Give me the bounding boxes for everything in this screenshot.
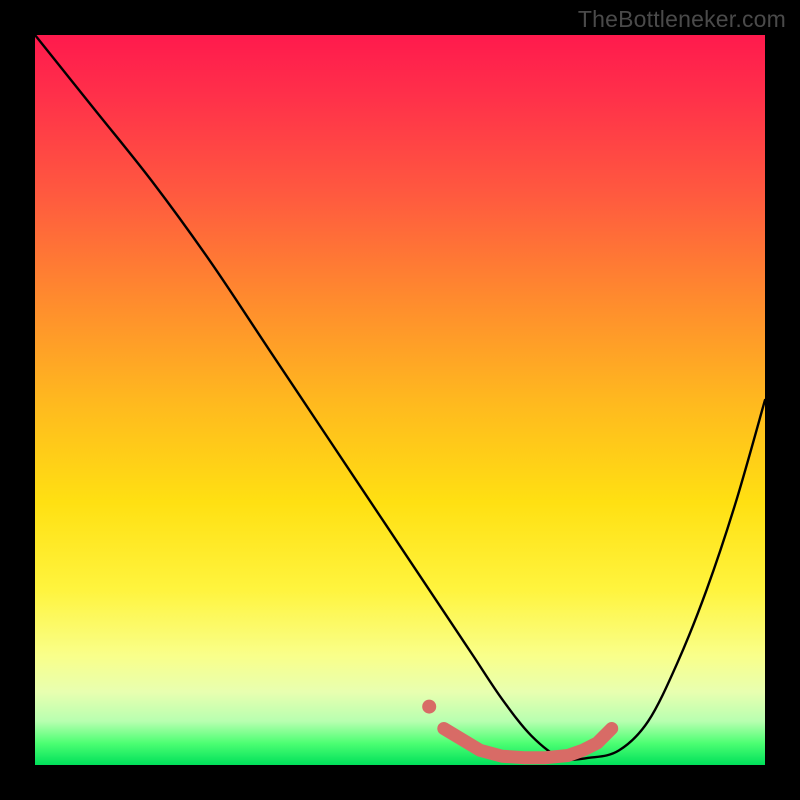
curve-layer: [35, 35, 765, 765]
highlight-points: [422, 700, 612, 758]
highlight-dot: [422, 700, 436, 714]
bottleneck-curve-path: [35, 35, 765, 760]
watermark-text: TheBottleneker.com: [578, 6, 786, 33]
plot-area: [35, 35, 765, 765]
chart-frame: TheBottleneker.com: [0, 0, 800, 800]
